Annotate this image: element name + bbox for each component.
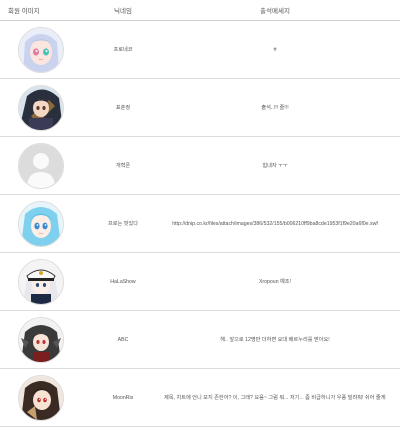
table-row: 프로네코 ㅎ 35: [0, 20, 400, 79]
column-header-nickname: 닉네임: [82, 0, 164, 21]
message-cell: http://dnip.co.kr/files/attach/images/38…: [164, 194, 386, 253]
anime-girl-red-eyes-icon[interactable]: [18, 374, 64, 421]
count-cell: 25: [386, 78, 400, 137]
table-row: 개혁픈 힘내자 ㅜㅜ 15: [0, 136, 400, 195]
table-row: 프로는 팟있다 http://dnip.co.kr/files/attach/i…: [0, 194, 400, 253]
attendance-table: 회원 이미지 닉네임 출석메세지 출석: [0, 0, 400, 427]
message-cell: Xropoun 예조!: [164, 252, 386, 311]
nickname-cell: 개혁픈: [82, 136, 164, 195]
message-cell: 제목, 치트에 언니 모지 존한어? 이, 그래? 요음~ 그럼 뭐... 저기…: [164, 368, 386, 427]
nickname-cell: MoonRis: [82, 368, 164, 427]
nickname-cell: ABC: [82, 310, 164, 369]
table-row: HaLaShow Xropoun 예조! 5: [0, 252, 400, 311]
default-user-icon[interactable]: [18, 142, 64, 189]
count-cell: 5: [386, 310, 400, 369]
count-cell: 5: [386, 368, 400, 427]
anime-girl-blue-hair-icon[interactable]: [18, 200, 64, 247]
count-cell: 15: [386, 136, 400, 195]
anime-girl-dark-hair-icon[interactable]: [18, 84, 64, 131]
nickname-cell: 표춘정: [82, 78, 164, 137]
message-cell: 출석..!!! 즐!!!: [164, 78, 386, 137]
message-cell: 헤.. 앞으로 12명만 더하면 요대 배르누리를 받아요!: [164, 310, 386, 369]
nickname-cell: 프로네코: [82, 20, 164, 79]
count-cell: 5: [386, 194, 400, 253]
nickname-cell: 프로는 팟있다: [82, 194, 164, 253]
table-row: MoonRis 제목, 치트에 언니 모지 존한어? 이, 그래? 요음~ 그럼…: [0, 368, 400, 427]
nickname-cell: HaLaShow: [82, 252, 164, 311]
column-header-count: 출석: [386, 0, 400, 21]
column-header-avatar: 회원 이미지: [0, 0, 82, 21]
column-header-message: 출석메세지: [164, 0, 386, 21]
message-cell: ㅎ: [164, 20, 386, 79]
anime-girl-captain-hat-icon[interactable]: [18, 258, 64, 305]
anime-character-dark-icon[interactable]: [18, 316, 64, 363]
message-cell: 힘내자 ㅜㅜ: [164, 136, 386, 195]
table-row: ABC 헤.. 앞으로 12명만 더하면 요대 배르누리를 받아요! 5: [0, 310, 400, 369]
table-header-row: 회원 이미지 닉네임 출석메세지 출석: [0, 0, 400, 21]
count-cell: 35: [386, 20, 400, 79]
table-row: 표춘정 출석..!!! 즐!!! 25: [0, 78, 400, 137]
count-cell: 5: [386, 252, 400, 311]
anime-girl-pastel-icon[interactable]: [18, 26, 64, 73]
